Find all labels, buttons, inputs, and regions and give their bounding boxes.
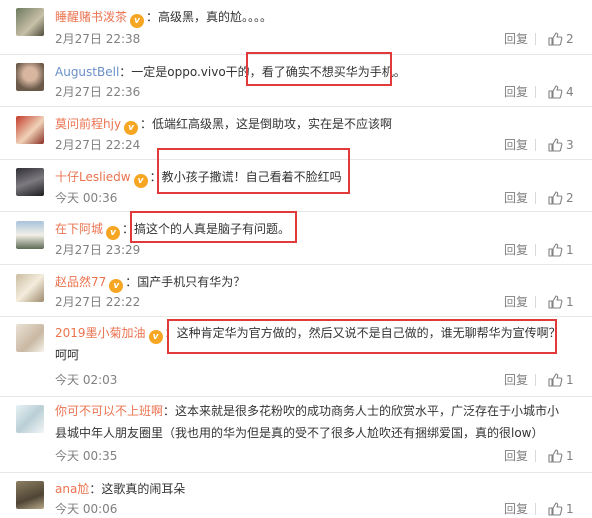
like-count: 1: [566, 502, 574, 516]
comment-timestamp: 今天 02:03: [55, 373, 118, 387]
username-link[interactable]: ana尬: [55, 482, 89, 496]
divider: [535, 33, 536, 45]
comment-item: 赵品然77 v ：国产手机只有华为？ 2月27日 22:22 回复 1: [0, 265, 592, 317]
like-count: 3: [566, 138, 574, 152]
verified-badge-icon: v: [133, 174, 148, 188]
thumbs-up-icon[interactable]: [547, 137, 563, 153]
reply-button[interactable]: 回复: [504, 84, 528, 100]
comment-item: 莫问前程hjy v ：低端红高级黑，这是倒助攻，实在是不应该啊 2月27日 22:2…: [0, 107, 592, 160]
divider: [535, 450, 536, 462]
verified-badge-icon: v: [130, 14, 145, 28]
comment-timestamp: 今天 00:35: [55, 449, 118, 463]
comment-text: ：: [149, 170, 162, 184]
thumbs-up-icon[interactable]: [547, 372, 563, 388]
username-link[interactable]: 睡醒赌书泼茶: [55, 10, 127, 24]
verified-badge-icon: v: [124, 121, 139, 135]
reply-button[interactable]: 回复: [504, 31, 528, 47]
comment-item: 你可不可以不上班啊：这本来就是很多花粉吹的成功商务人士的欣赏水平，广泛存在于小城…: [0, 397, 592, 473]
divider: [535, 296, 536, 308]
thumbs-up-icon[interactable]: [547, 294, 563, 310]
avatar[interactable]: [16, 63, 44, 91]
reply-button[interactable]: 回复: [504, 294, 528, 310]
thumbs-up-icon[interactable]: [547, 501, 563, 517]
comment-timestamp: 2月27日 23:29: [55, 243, 141, 257]
reply-button[interactable]: 回复: [504, 501, 528, 517]
divider: [535, 86, 536, 98]
avatar[interactable]: [16, 116, 44, 144]
reply-button[interactable]: 回复: [504, 242, 528, 258]
thumbs-up-icon[interactable]: [547, 448, 563, 464]
comment-text: ：低端红高级黑，这是倒助攻，实在是不应该啊: [140, 117, 393, 131]
avatar[interactable]: [16, 8, 44, 36]
avatar[interactable]: [16, 221, 44, 249]
comment-timestamp: 2月27日 22:36: [55, 85, 141, 99]
like-count: 2: [566, 191, 574, 205]
reply-button[interactable]: 回复: [504, 448, 528, 464]
reply-button[interactable]: 回复: [504, 372, 528, 388]
thumbs-up-icon[interactable]: [547, 190, 563, 206]
divider: [535, 503, 536, 515]
username-link[interactable]: 2019墨小菊加油: [55, 326, 146, 340]
comment-text: ：高级黑，真的尬。。。。: [146, 10, 273, 24]
avatar[interactable]: [16, 405, 44, 433]
comment-timestamp: 今天 00:06: [55, 502, 118, 516]
comment-text-highlighted: 这种肯定华为官方做的，然后又说不是自己做的，谁无聊帮华为宣传啊？: [176, 326, 561, 340]
avatar[interactable]: [16, 481, 44, 509]
like-count: 4: [566, 85, 574, 99]
comment-item: 2019墨小菊加油 v ：这种肯定华为官方做的，然后又说不是自己做的，谁无聊帮华为宣…: [0, 317, 592, 397]
like-count: 1: [566, 295, 574, 309]
reply-button[interactable]: 回复: [504, 137, 528, 153]
thumbs-up-icon[interactable]: [547, 31, 563, 47]
thumbs-up-icon[interactable]: [547, 84, 563, 100]
like-count: 1: [566, 373, 574, 387]
comment-text: ：: [122, 222, 135, 236]
verified-badge-icon: v: [148, 330, 163, 344]
thumbs-up-icon[interactable]: [547, 242, 563, 258]
username-link[interactable]: 你可不可以不上班啊: [55, 404, 163, 418]
avatar[interactable]: [16, 274, 44, 302]
comment-text: ：国产手机只有华为？: [125, 275, 246, 289]
comment-text: ：一定是oppo.vivo干的，: [119, 65, 262, 79]
comment-text-highlighted: 教小孩子撒谎！自己看着不脸红吗: [161, 170, 342, 184]
comment-timestamp: 2月27日 22:22: [55, 295, 141, 309]
verified-badge-icon: v: [106, 226, 121, 240]
username-link[interactable]: 莫问前程hjy: [55, 117, 121, 131]
comment-text: ：: [164, 326, 177, 340]
comment-item: 睡醒赌书泼茶 v ：高级黑，真的尬。。。。 2月27日 22:38 回复 2: [0, 0, 592, 55]
comment-text: ：这歌真的闹耳朵: [89, 482, 186, 496]
divider: [535, 244, 536, 256]
verified-badge-icon: v: [109, 279, 124, 293]
comment-text-highlighted: 搞这个的人真是脑子有问题。: [134, 222, 291, 236]
comment-timestamp: 2月27日 22:24: [55, 138, 141, 152]
comment-item: 十仔Lesliedw v ：教小孩子撒谎！自己看着不脸红吗 今天 00:36 回复 …: [0, 160, 592, 212]
divider: [535, 192, 536, 204]
avatar[interactable]: [16, 168, 44, 196]
username-link[interactable]: 赵品然77: [55, 275, 106, 289]
divider: [535, 139, 536, 151]
username-link[interactable]: 十仔Lesliedw: [55, 170, 131, 184]
comment-item: AugustBell：一定是oppo.vivo干的，看了确实不想买华为手机。 2…: [0, 55, 592, 107]
comment-timestamp: 2月27日 22:38: [55, 32, 141, 46]
comment-timestamp: 今天 00:36: [55, 191, 118, 205]
username-link[interactable]: AugustBell: [55, 65, 119, 79]
username-link[interactable]: 在下阿城: [55, 222, 103, 236]
like-count: 1: [566, 243, 574, 257]
divider: [535, 374, 536, 386]
like-count: 2: [566, 32, 574, 46]
reply-button[interactable]: 回复: [504, 190, 528, 206]
avatar[interactable]: [16, 324, 44, 352]
comment-text: 呵呵: [55, 348, 80, 362]
comment-text-highlighted: 看了确实不想买华为手机。: [261, 65, 406, 79]
like-count: 1: [566, 449, 574, 463]
comment-item: 在下阿城 v ：搞这个的人真是脑子有问题。 2月27日 23:29 回复 1: [0, 212, 592, 265]
comment-item: ana尬：这歌真的闹耳朵 今天 00:06 回复 1: [0, 473, 592, 518]
